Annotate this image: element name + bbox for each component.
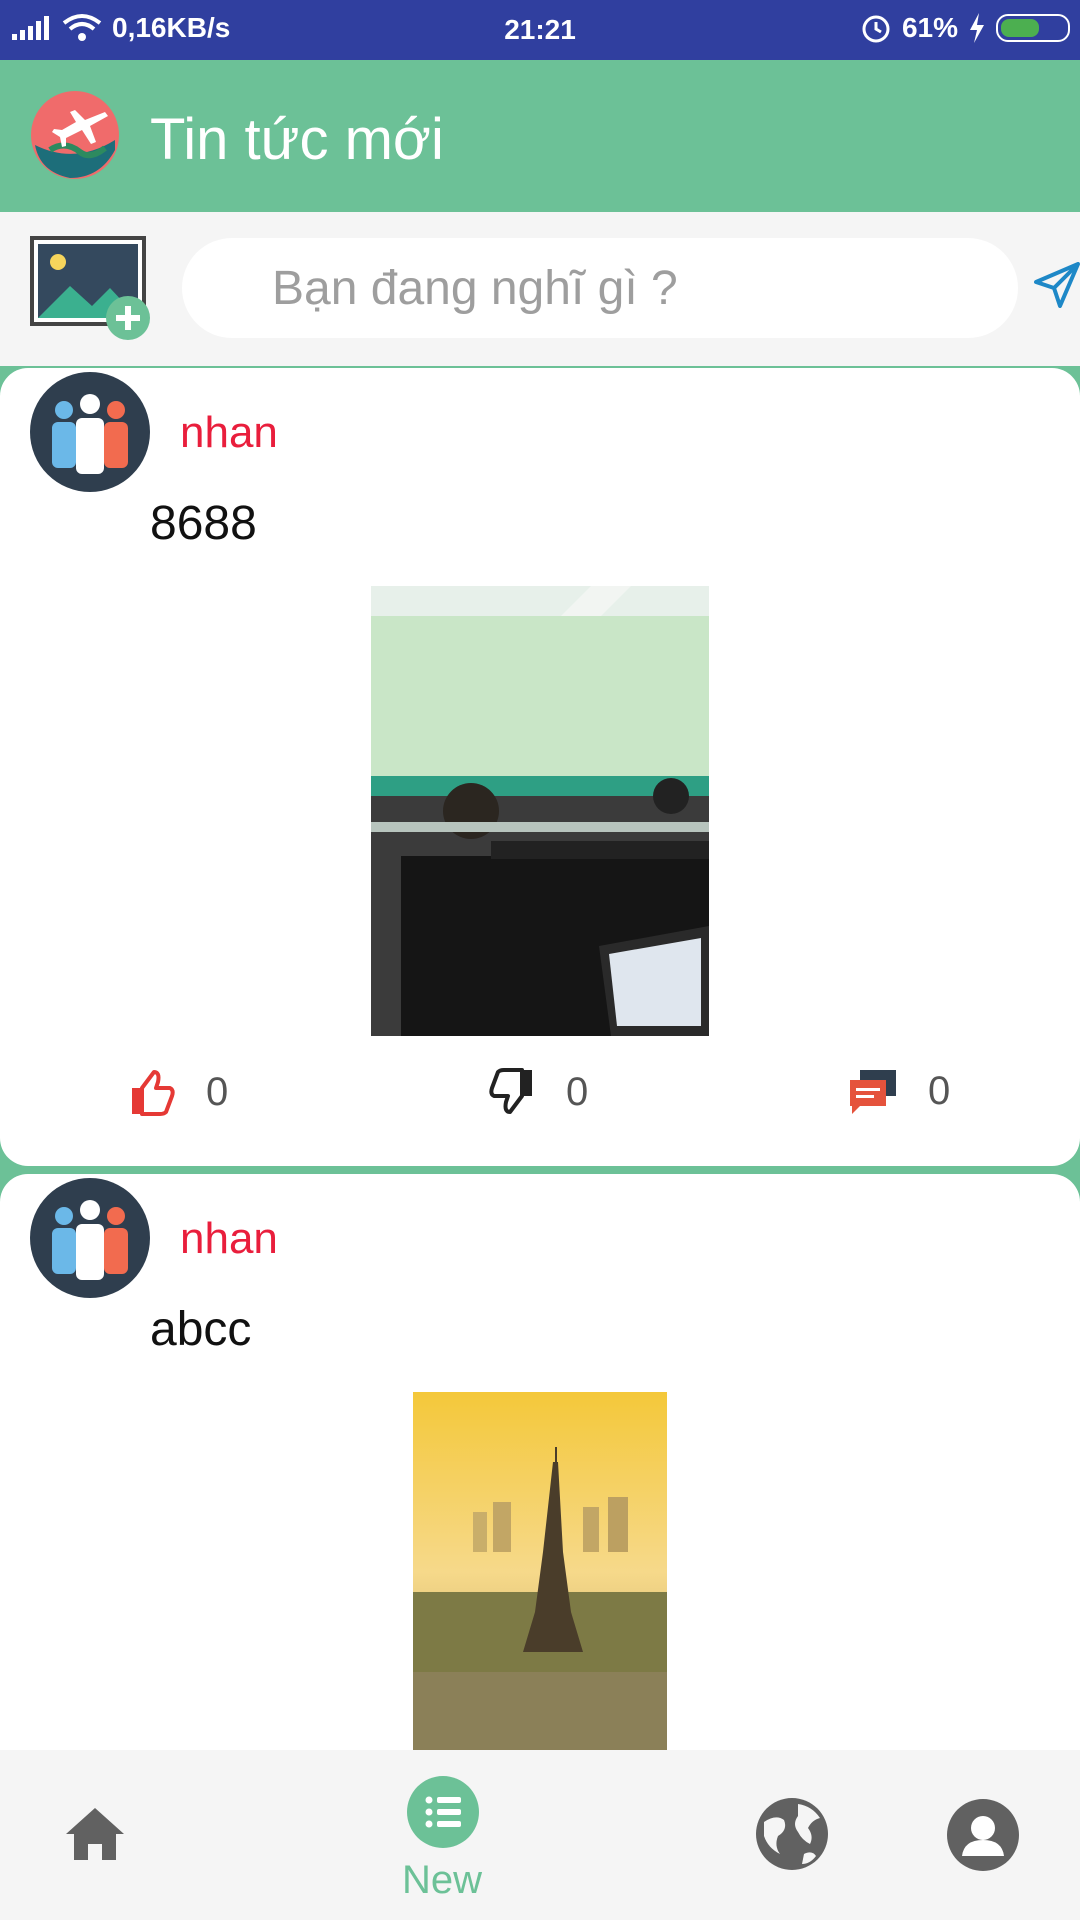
profile-icon[interactable] xyxy=(946,1798,1020,1872)
comment-icon xyxy=(850,1070,896,1114)
post-username[interactable]: nhan xyxy=(180,408,278,458)
charging-icon xyxy=(970,13,984,43)
comment-count: 0 xyxy=(928,1068,951,1113)
post-composer xyxy=(0,212,1080,366)
battery-percent: 61% xyxy=(901,12,958,43)
dislike-count: 0 xyxy=(566,1069,589,1114)
add-image-icon[interactable] xyxy=(30,236,154,352)
post-text: 8688 xyxy=(150,497,257,550)
nav-label-new[interactable]: New xyxy=(402,1858,482,1903)
thumbs-up-icon xyxy=(132,1070,175,1116)
airplane-globe-icon xyxy=(31,91,119,179)
post-image[interactable] xyxy=(371,586,709,1036)
list-icon[interactable] xyxy=(407,1776,479,1848)
send-icon[interactable] xyxy=(1034,262,1080,308)
group-avatar-icon xyxy=(30,1178,150,1298)
comment-button[interactable]: 0 xyxy=(848,1068,950,1114)
globe-icon[interactable] xyxy=(754,1796,830,1872)
page-title: Tin tức mới xyxy=(150,107,444,172)
bottom-nav xyxy=(0,1750,1080,1920)
thumbs-down-icon xyxy=(489,1068,532,1114)
like-count: 0 xyxy=(206,1069,229,1114)
dislike-button[interactable]: 0 xyxy=(488,1068,588,1116)
post-image[interactable] xyxy=(413,1392,667,1750)
home-icon[interactable] xyxy=(64,1806,126,1862)
post-card: nhan 8688 0 0 0 xyxy=(0,368,1080,1166)
post-username[interactable]: nhan xyxy=(180,1214,278,1264)
group-avatar-icon xyxy=(30,372,150,492)
status-input[interactable] xyxy=(182,238,1018,338)
like-button[interactable]: 0 xyxy=(128,1068,228,1116)
battery-icon xyxy=(996,14,1070,42)
news-feed: nhan 8688 0 0 0 nhan abcc xyxy=(0,366,1080,1750)
alarm-icon xyxy=(862,15,890,43)
post-text: abcc xyxy=(150,1303,252,1356)
status-right: 61% xyxy=(860,12,1070,44)
status-bar: 0,16KB/s 21:21 61% xyxy=(0,0,1080,60)
app-bar: Tin tức mới xyxy=(0,60,1080,212)
post-card: nhan abcc xyxy=(0,1174,1080,1750)
